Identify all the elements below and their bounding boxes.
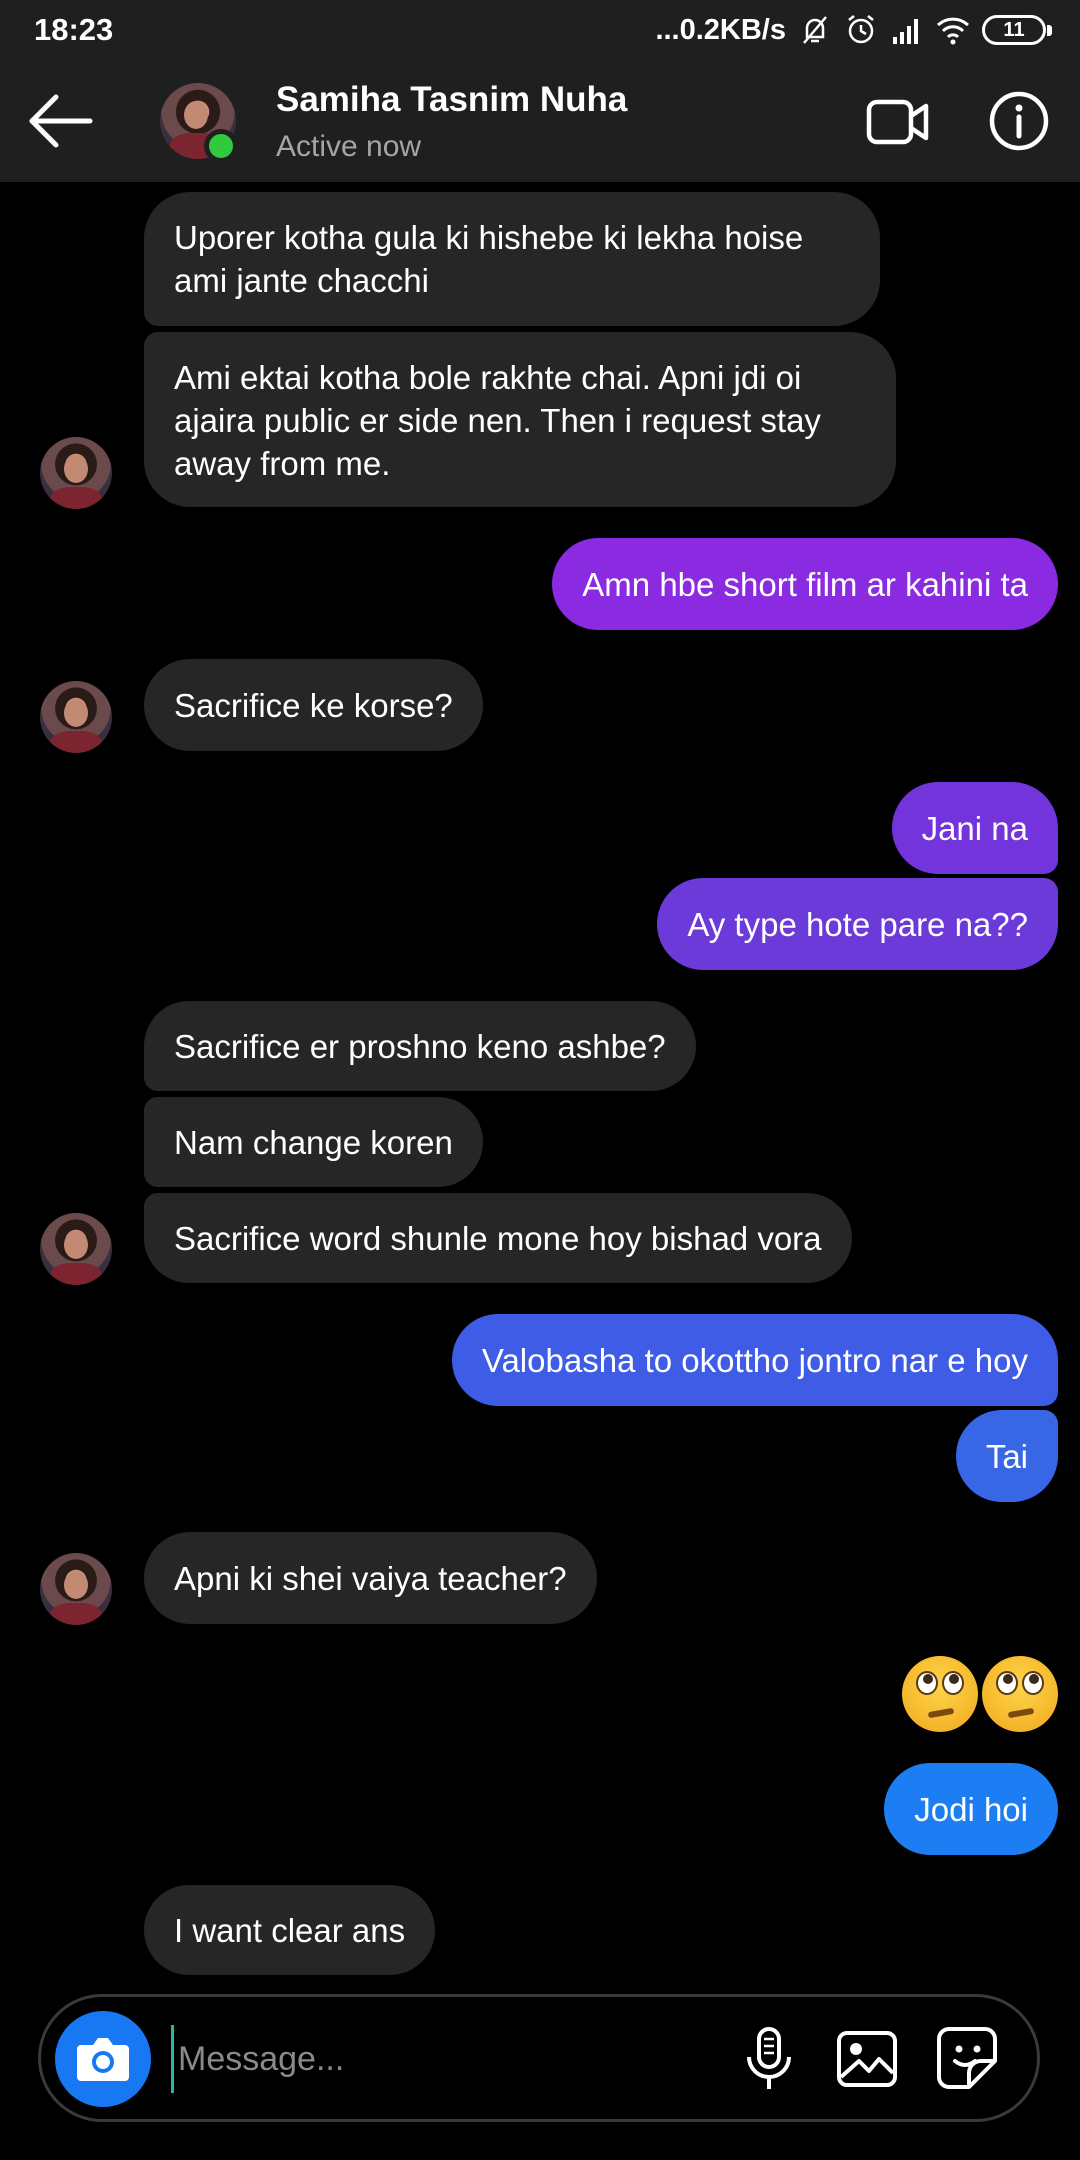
outgoing-message[interactable]: Tai xyxy=(955,1410,1058,1502)
chat-header: Samiha Tasnim Nuha Active now xyxy=(0,60,1080,182)
image-icon[interactable] xyxy=(835,2027,899,2091)
rolling-eyes-emoji-icon[interactable] xyxy=(902,1656,978,1732)
message-input[interactable] xyxy=(171,2025,731,2093)
battery-level: 11 xyxy=(1003,19,1025,41)
outgoing-message[interactable]: Jodi hoi xyxy=(884,1763,1058,1855)
incoming-message[interactable]: Apni ki shei vaiya teacher? xyxy=(144,1532,597,1624)
rolling-eyes-emoji-icon[interactable] xyxy=(982,1656,1058,1732)
message-text: Jodi hoi xyxy=(914,1790,1028,1828)
incoming-message[interactable]: I want clear ans xyxy=(144,1885,436,1975)
incoming-message[interactable]: Sacrifice ke korse? xyxy=(144,659,483,751)
status-bar: 18:23 ...0.2KB/s 11 xyxy=(0,0,1080,60)
incoming-message[interactable]: Nam change koren xyxy=(144,1097,483,1187)
outgoing-message[interactable]: Amn hbe short film ar kahini ta xyxy=(552,538,1058,630)
info-icon[interactable] xyxy=(988,90,1050,152)
status-icons: ...0.2KB/s 11 xyxy=(655,10,1052,50)
online-indicator xyxy=(204,129,238,163)
video-call-icon[interactable] xyxy=(866,96,930,148)
network-speed: ...0.2KB/s xyxy=(655,13,786,46)
battery-icon: 11 xyxy=(982,15,1052,45)
message-text: Jani na xyxy=(921,809,1028,847)
outgoing-message[interactable]: Valobasha to okottho jontro nar e hoy xyxy=(451,1314,1058,1406)
camera-icon xyxy=(77,2038,129,2081)
sender-avatar[interactable] xyxy=(40,437,112,509)
message-text: Tai xyxy=(985,1437,1028,1475)
sender-avatar[interactable] xyxy=(40,681,112,753)
back-arrow-icon[interactable] xyxy=(20,84,100,158)
contact-status: Active now xyxy=(276,130,422,163)
incoming-message[interactable]: Sacrifice word shunle mone hoy bishad vo… xyxy=(144,1193,852,1283)
message-text: Apni ki shei vaiya teacher? xyxy=(174,1559,567,1597)
microphone-icon[interactable] xyxy=(741,2025,797,2093)
sender-avatar[interactable] xyxy=(40,1213,112,1285)
status-time: 18:23 xyxy=(34,12,114,47)
message-text: Sacrifice ke korse? xyxy=(174,686,453,724)
signal-icon xyxy=(893,19,918,44)
outgoing-message[interactable]: Jani na xyxy=(891,782,1058,874)
contact-name[interactable]: Samiha Tasnim Nuha xyxy=(276,80,627,120)
message-text: I want clear ans xyxy=(174,1911,406,1949)
incoming-message[interactable]: Sacrifice er proshno keno ashbe? xyxy=(144,1001,696,1091)
message-text: Ay type hote pare na?? xyxy=(687,905,1028,943)
message-text: Nam change koren xyxy=(174,1123,453,1161)
message-text: Sacrifice word shunle mone hoy bishad vo… xyxy=(174,1219,822,1257)
outgoing-message[interactable]: Ay type hote pare na?? xyxy=(657,878,1058,970)
mute-icon xyxy=(803,16,827,44)
sticker-icon[interactable] xyxy=(935,2025,999,2091)
message-composer xyxy=(38,1994,1040,2122)
alarm-icon xyxy=(848,15,874,44)
message-text: Uporer kotha gula ki hishebe ki lekha ho… xyxy=(174,219,804,299)
wifi-icon xyxy=(936,17,970,45)
camera-button[interactable] xyxy=(55,2011,151,2107)
incoming-message[interactable]: Uporer kotha gula ki hishebe ki lekha ho… xyxy=(144,192,880,326)
message-text: Sacrifice er proshno keno ashbe? xyxy=(174,1027,666,1065)
message-text: Valobasha to okottho jontro nar e hoy xyxy=(481,1341,1028,1379)
message-text: Ami ektai kotha bole rakhte chai. Apni j… xyxy=(174,359,821,482)
message-text: Amn hbe short film ar kahini ta xyxy=(582,565,1028,603)
sender-avatar[interactable] xyxy=(40,1553,112,1625)
incoming-message[interactable]: Ami ektai kotha bole rakhte chai. Apni j… xyxy=(144,332,896,507)
